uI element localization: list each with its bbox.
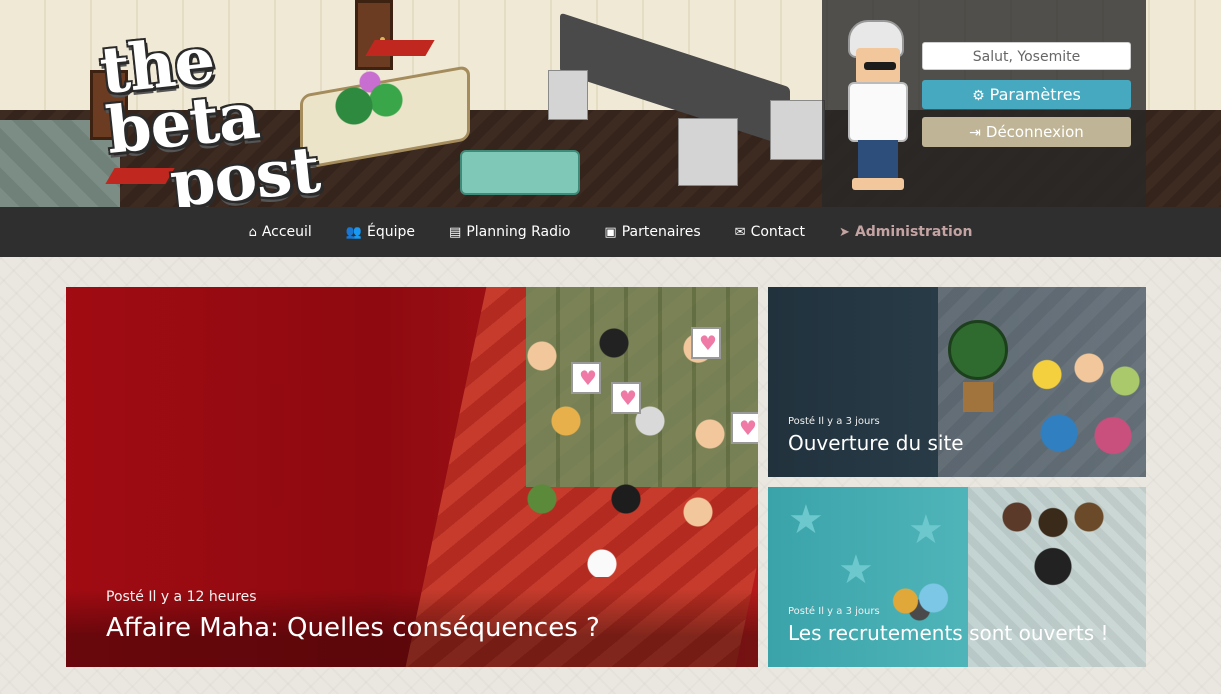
nav-item-contact[interactable]: ✉ Contact [718,224,822,240]
star-decoration: ★ [838,547,874,593]
nav-item-accueil[interactable]: ⌂ Acceuil [232,224,329,240]
greeting-box: Salut, Yosemite [922,42,1131,70]
tree-illustration [948,320,1008,380]
logout-button[interactable]: ⇥ Déconnexion [922,117,1131,147]
logout-label: Déconnexion [985,123,1084,141]
star-decoration: ★ [908,507,944,553]
paper-plane-icon: ➤ [839,224,850,240]
settings-label: Paramètres [989,85,1081,104]
article-title[interactable]: Affaire Maha: Quelles conséquences ? [106,611,758,645]
pot-illustration [963,382,993,412]
user-avatar [838,20,918,198]
settings-button[interactable]: ⚙ Paramètres [922,80,1131,109]
users-icon: 👥 [345,224,363,240]
nav-label: Acceuil [261,224,312,240]
main-nav: ⌂ Acceuil 👥 Équipe ▤ Planning Radio ▣ Pa… [0,207,1221,257]
envelope-icon: ✉ [734,224,746,240]
nav-label: Équipe [367,224,416,240]
list-icon: ▤ [449,224,462,240]
people-illustration [1023,342,1143,472]
heart-sign [731,412,758,444]
nav-item-partenaires[interactable]: ▣ Partenaires [587,224,717,240]
card-caption: Posté Il y a 3 jours Les recrutements so… [788,606,1109,645]
article-date: Posté Il y a 3 jours [788,606,880,617]
heart-sign [611,382,641,414]
nav-label: Administration [854,224,973,240]
article-title[interactable]: Ouverture du site [788,431,964,455]
cube-decoration [678,118,738,186]
card-caption: Posté Il y a 3 jours Ouverture du site [788,416,964,455]
heart-sign [571,362,601,394]
sofa-decoration [460,150,580,195]
cube-decoration [548,70,588,120]
gear-icon: ⚙ [972,88,985,104]
people-illustration [993,495,1113,605]
nav-label: Partenaires [621,224,701,240]
briefcase-icon: ▣ [604,224,617,240]
article-title[interactable]: Les recrutements sont ouverts ! [788,621,1109,645]
article-card-side-2[interactable]: ★ ★ ★ Posté Il y a 3 jours Les recruteme… [768,487,1146,667]
sign-out-icon: ⇥ [969,125,981,141]
nav-item-administration[interactable]: ➤ Administration [822,224,989,240]
nav-item-equipe[interactable]: 👥 Équipe [329,224,432,240]
site-logo[interactable]: the beta post [97,14,382,207]
article-card-side-1[interactable]: Posté Il y a 3 jours Ouverture du site [768,287,1146,477]
cube-decoration [770,100,825,160]
card-caption: Posté Il y a 12 heures Affaire Maha: Que… [66,589,758,667]
nav-label: Contact [750,224,806,240]
article-card-main[interactable]: Posté Il y a 12 heures Affaire Maha: Que… [66,287,758,667]
mat-decoration [365,40,435,56]
heart-sign [691,327,721,359]
star-decoration: ★ [788,497,824,543]
article-date: Posté Il y a 3 jours [788,416,880,427]
nav-item-planning-radio[interactable]: ▤ Planning Radio [432,224,587,240]
nav-label: Planning Radio [466,224,571,240]
site-header: the beta post Salut, Yosemite ⚙ Paramètre… [0,0,1221,207]
home-icon: ⌂ [248,224,257,240]
article-date: Posté Il y a 12 heures [106,589,257,605]
